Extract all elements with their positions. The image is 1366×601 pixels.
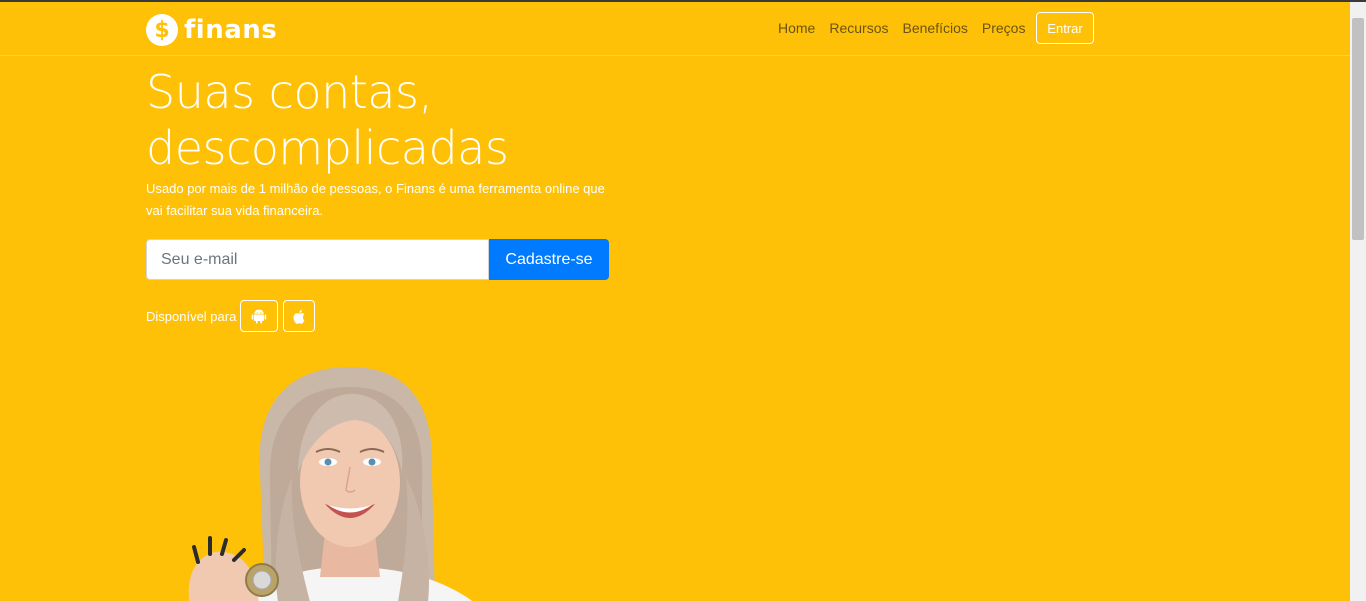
nav-link-beneficios[interactable]: Benefícios bbox=[896, 20, 975, 36]
login-button[interactable]: Entrar bbox=[1036, 12, 1094, 44]
hero-title-line-1: Suas contas, bbox=[146, 65, 433, 119]
dollar-icon: $ bbox=[146, 14, 178, 46]
brand-logo[interactable]: $ finans bbox=[146, 14, 277, 46]
signup-form: Cadastre-se bbox=[146, 239, 609, 280]
hero-subtitle: Usado por mais de 1 milhão de pessoas, o… bbox=[146, 181, 605, 218]
scrollbar-thumb[interactable] bbox=[1352, 18, 1364, 240]
page-scrollbar[interactable] bbox=[1350, 2, 1366, 601]
android-icon bbox=[252, 309, 267, 324]
nav-link-recursos[interactable]: Recursos bbox=[822, 20, 895, 36]
app-availability: Disponível para bbox=[146, 300, 320, 332]
nav-link-home[interactable]: Home bbox=[771, 20, 822, 36]
nav-link-precos[interactable]: Preços bbox=[975, 20, 1033, 36]
available-label: Disponível para bbox=[146, 308, 237, 324]
brand-name: finans bbox=[184, 15, 278, 45]
apple-icon bbox=[293, 309, 305, 324]
hero-woman-photo bbox=[188, 367, 473, 601]
android-store-button[interactable] bbox=[240, 300, 279, 332]
navbar: $ finans Home Recursos Benefícios Preços… bbox=[0, 2, 1350, 56]
hero-title-line-2: descomplicadas bbox=[146, 121, 509, 175]
apple-store-button[interactable] bbox=[283, 300, 316, 332]
nav-links: Home Recursos Benefícios Preços bbox=[771, 20, 1032, 36]
hero-title: Suas contas, descomplicadas bbox=[146, 64, 509, 176]
signup-button[interactable]: Cadastre-se bbox=[489, 239, 609, 280]
page-viewport: $ finans Home Recursos Benefícios Preços… bbox=[0, 2, 1350, 601]
email-input[interactable] bbox=[146, 239, 489, 280]
